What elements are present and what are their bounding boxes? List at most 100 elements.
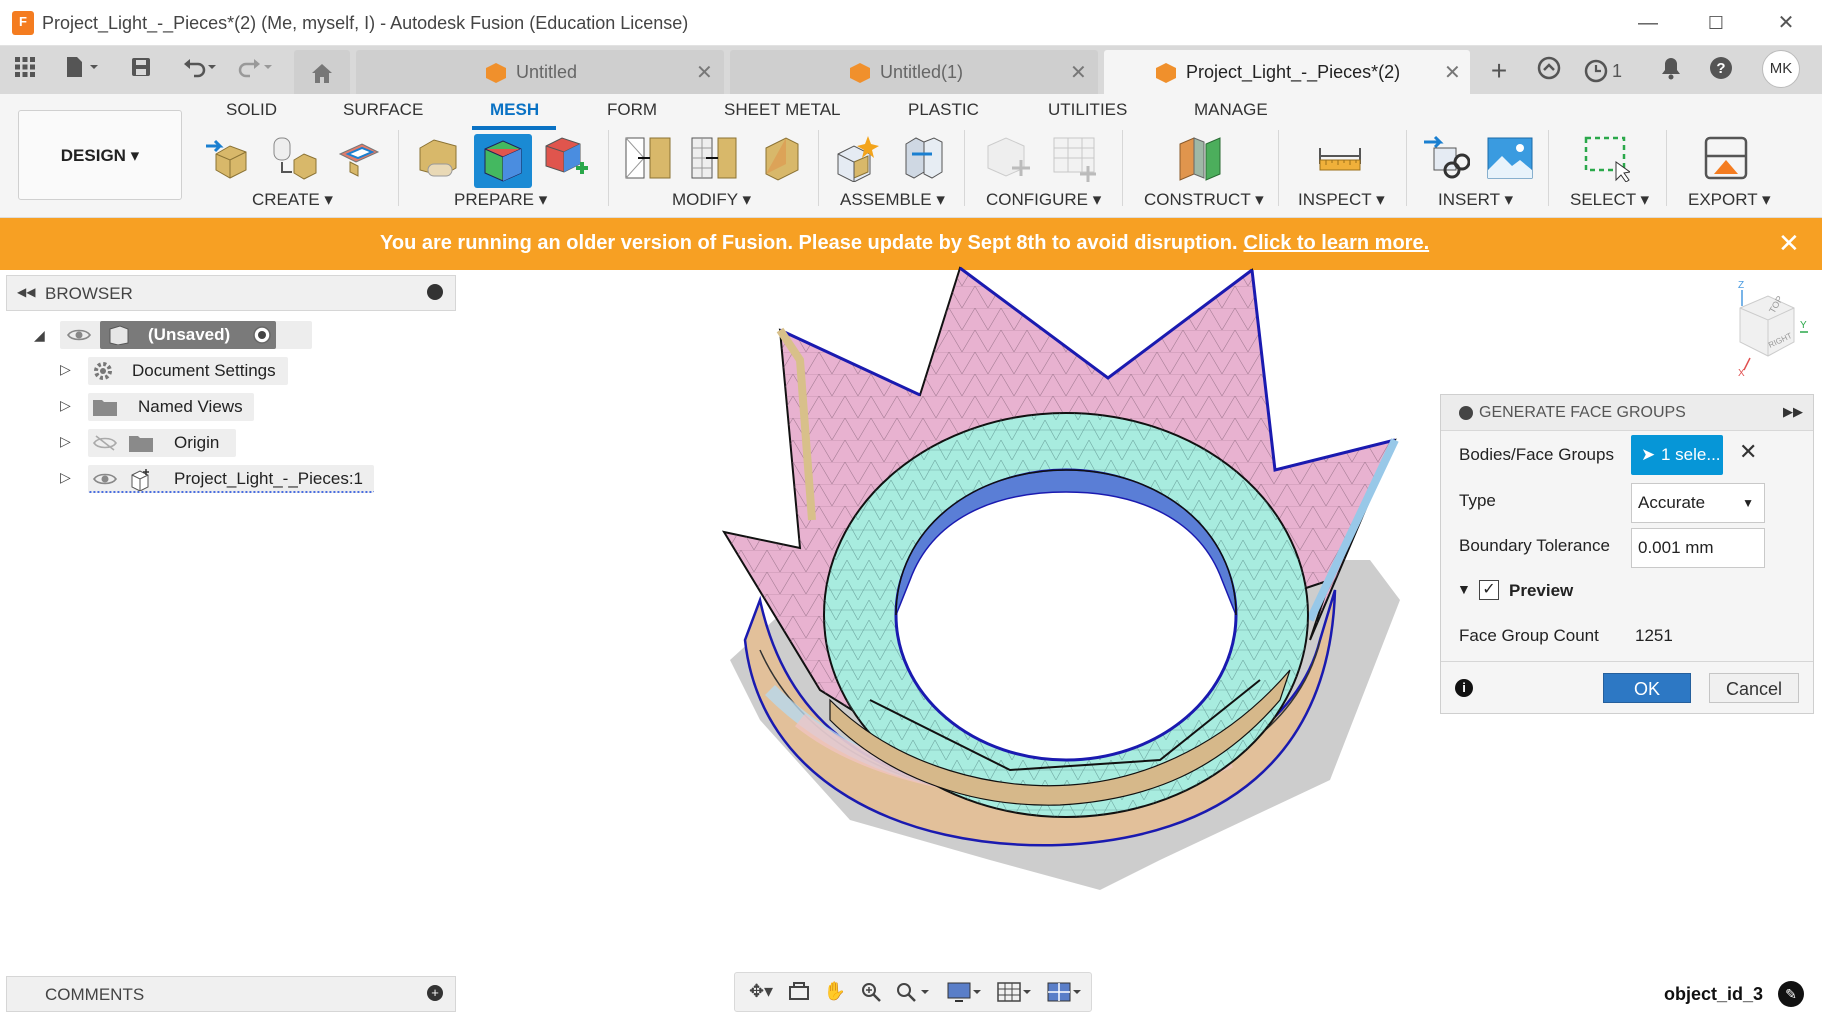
dialog-collapse-icon[interactable]	[1459, 406, 1473, 420]
data-panel-grid-icon[interactable]	[10, 56, 40, 86]
display-settings-icon[interactable]	[945, 981, 985, 1005]
tab-untitled-1[interactable]: Untitled(1) ✕	[730, 50, 1098, 94]
remesh-icon[interactable]	[624, 134, 672, 182]
undo-icon[interactable]	[178, 56, 222, 86]
type-dropdown[interactable]: Accurate ▼	[1631, 483, 1765, 523]
tab-close-icon[interactable]: ✕	[1444, 60, 1461, 85]
offset-plane-icon[interactable]	[1176, 134, 1224, 182]
help-icon[interactable]: ?	[1706, 56, 1736, 86]
prepare-group-dropdown[interactable]: PREPARE ▾	[454, 190, 547, 210]
look-at-icon[interactable]	[785, 981, 813, 1005]
viewports-icon[interactable]	[1045, 981, 1085, 1005]
marker-icon[interactable]: ✎	[1778, 981, 1804, 1007]
add-comment-icon[interactable]: +	[427, 985, 443, 1001]
minimize-button[interactable]: —	[1628, 8, 1668, 38]
insert-canvas-icon[interactable]	[1486, 134, 1534, 182]
tab-close-icon[interactable]: ✕	[696, 60, 713, 85]
cancel-button[interactable]: Cancel	[1709, 673, 1799, 703]
tab-solid[interactable]: SOLID	[226, 100, 277, 120]
banner-close-icon[interactable]: ✕	[1778, 228, 1800, 259]
select-group-dropdown[interactable]: SELECT ▾	[1570, 190, 1649, 210]
new-component-icon[interactable]	[834, 134, 882, 182]
create-face-group-icon[interactable]	[334, 134, 382, 182]
tab-manage[interactable]: MANAGE	[1194, 100, 1268, 120]
visibility-eye-icon[interactable]	[66, 326, 92, 344]
orbit-icon[interactable]: ✥▾	[741, 981, 781, 1005]
zoom-icon[interactable]	[857, 981, 885, 1005]
hidden-eye-icon[interactable]	[92, 434, 118, 452]
maximize-button[interactable]: ☐	[1696, 8, 1736, 38]
preview-checkbox[interactable]: ✓	[1479, 580, 1499, 600]
tab-mesh[interactable]: MESH	[490, 100, 539, 120]
expand-arrow-icon[interactable]: ▷	[60, 361, 71, 378]
save-icon[interactable]	[126, 56, 156, 86]
configure-design-icon[interactable]	[984, 134, 1032, 182]
minimize-browser-icon[interactable]	[427, 284, 443, 300]
info-icon[interactable]: i	[1455, 679, 1473, 697]
generate-face-groups-button[interactable]	[474, 134, 532, 188]
expand-arrow-icon[interactable]: ▷	[60, 397, 71, 414]
measure-icon[interactable]	[1316, 134, 1364, 182]
expand-arrow-icon[interactable]: ▷	[60, 433, 71, 450]
file-menu-icon[interactable]	[60, 56, 104, 86]
configuration-table-icon[interactable]	[1050, 134, 1098, 182]
ok-button[interactable]: OK	[1603, 673, 1691, 703]
browser-item-origin[interactable]: ▷ Origin	[30, 429, 310, 457]
boundary-tolerance-input[interactable]: 0.001 mm	[1631, 528, 1765, 568]
browser-item-named-views[interactable]: ▷ Named Views	[30, 393, 310, 421]
plane-cut-icon[interactable]	[758, 134, 806, 182]
workspace-design-dropdown[interactable]: DESIGN ▾	[18, 110, 182, 200]
pan-hand-icon[interactable]: ✋	[821, 981, 849, 1005]
clear-selection-icon[interactable]: ✕	[1739, 439, 1757, 465]
3d-print-icon[interactable]	[1702, 134, 1750, 182]
tab-close-icon[interactable]: ✕	[1070, 60, 1087, 85]
tab-plastic[interactable]: PLASTIC	[908, 100, 979, 120]
insert-derive-icon[interactable]	[1422, 134, 1470, 182]
tessellate-icon[interactable]	[270, 134, 318, 182]
preview-collapse-icon[interactable]: ▼	[1457, 581, 1471, 597]
modify-group-dropdown[interactable]: MODIFY ▾	[672, 190, 751, 210]
construct-group-dropdown[interactable]: CONSTRUCT ▾	[1144, 190, 1264, 210]
create-group-dropdown[interactable]: CREATE ▾	[252, 190, 333, 210]
activate-radio-icon[interactable]	[252, 325, 272, 345]
tab-sheet-metal[interactable]: SHEET METAL	[724, 100, 841, 120]
joint-icon[interactable]	[898, 134, 946, 182]
assemble-group-dropdown[interactable]: ASSEMBLE ▾	[840, 190, 945, 210]
redo-icon[interactable]	[234, 56, 278, 86]
job-status-icon[interactable]: 1	[1584, 56, 1628, 86]
visibility-eye-icon[interactable]	[92, 470, 118, 488]
reduce-icon[interactable]	[690, 134, 738, 182]
inspect-group-dropdown[interactable]: INSPECT ▾	[1298, 190, 1385, 210]
browser-item-component[interactable]: ▷ Project_Light_-_Pieces:1	[30, 465, 390, 493]
3d-mesh-model[interactable]	[700, 262, 1420, 902]
insert-group-dropdown[interactable]: INSERT ▾	[1438, 190, 1513, 210]
tab-project-light-pieces[interactable]: Project_Light_-_Pieces*(2) ✕	[1104, 50, 1470, 94]
bodies-selection-button[interactable]: ➤ 1 sele...	[1631, 435, 1723, 475]
tab-utilities[interactable]: UTILITIES	[1048, 100, 1127, 120]
notifications-bell-icon[interactable]	[1656, 56, 1686, 86]
browser-item-document-settings[interactable]: ▷ Document Settings	[30, 357, 310, 385]
user-avatar[interactable]: MK	[1762, 50, 1800, 88]
extensions-icon[interactable]	[1534, 56, 1564, 86]
fit-zoom-icon[interactable]	[893, 981, 933, 1005]
grid-settings-icon[interactable]	[995, 981, 1035, 1005]
tab-form[interactable]: FORM	[607, 100, 657, 120]
combine-face-groups-icon[interactable]	[542, 134, 590, 182]
collapse-browser-icon[interactable]: ◀◀	[17, 285, 35, 299]
export-group-dropdown[interactable]: EXPORT ▾	[1688, 190, 1771, 210]
window-select-icon[interactable]	[1582, 134, 1630, 182]
configure-group-dropdown[interactable]: CONFIGURE ▾	[986, 190, 1101, 210]
dialog-expand-icon[interactable]: ▶▶	[1783, 404, 1803, 420]
insert-mesh-icon[interactable]	[204, 134, 252, 182]
browser-root-node[interactable]: ◢ (Unsaved)	[30, 321, 312, 349]
view-cube[interactable]: Z Y X TOP RIGHT	[1720, 278, 1810, 379]
close-window-button[interactable]: ✕	[1766, 8, 1806, 38]
tab-surface[interactable]: SURFACE	[343, 100, 423, 120]
new-tab-plus-icon[interactable]: +	[1484, 56, 1514, 86]
collapse-arrow-icon[interactable]: ◢	[34, 327, 45, 344]
repair-mesh-icon[interactable]	[414, 134, 462, 182]
home-tab[interactable]	[294, 50, 350, 94]
tab-untitled[interactable]: Untitled ✕	[356, 50, 724, 94]
expand-arrow-icon[interactable]: ▷	[60, 469, 71, 486]
learn-more-link[interactable]: Click to learn more.	[1244, 232, 1430, 254]
